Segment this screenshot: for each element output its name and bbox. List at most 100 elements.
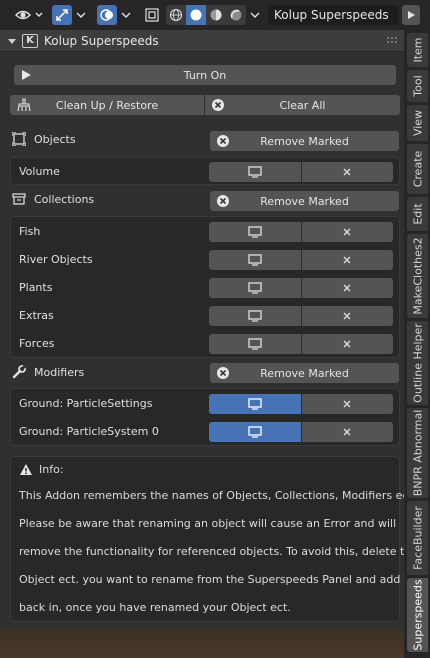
viewport-toggle-button[interactable]	[209, 250, 301, 270]
xray-icon	[145, 8, 159, 22]
material-sphere-icon	[210, 9, 222, 21]
info-text-line: back in, once you have renamed your Obje…	[19, 601, 291, 614]
cleanup-label: Clean Up / Restore	[55, 98, 159, 112]
remove-item-button[interactable]	[300, 278, 393, 298]
cleanup-restore-button[interactable]: Clean Up / Restore	[10, 95, 204, 115]
viewport-background	[0, 628, 404, 658]
info-text-line: This Addon remembers the names of Object…	[19, 489, 417, 502]
panel-header[interactable]: K Kolup Superspeeds	[0, 30, 404, 52]
monitor-icon	[248, 282, 262, 294]
remove-item-button[interactable]	[300, 250, 393, 270]
list-item-controls	[209, 422, 393, 442]
list-item-controls	[209, 250, 393, 270]
rendered-shading-button[interactable]	[226, 5, 246, 25]
info-title: Info:	[39, 463, 64, 476]
addon-k-icon: K	[22, 33, 38, 48]
sidebar-tabs: Item Tool View Create Edit MakeClothes2 …	[404, 30, 430, 658]
viewport-toggle-button[interactable]	[209, 278, 301, 298]
list-item-controls	[209, 222, 393, 242]
drag-grip-icon[interactable]	[386, 36, 398, 46]
info-text-line: Please be aware that renaming an object …	[19, 517, 397, 530]
objects-label: Objects	[34, 132, 76, 146]
objects-section-label: Objects	[12, 132, 76, 146]
overlay-toggle[interactable]	[97, 5, 117, 25]
monitor-icon	[248, 254, 262, 266]
objects-remove-label: Remove Marked	[260, 134, 349, 148]
tab-label: MakeClothes2	[411, 237, 424, 315]
scene-name-field[interactable]: Kolup Superspeeds	[268, 5, 398, 25]
collections-remove-marked-button[interactable]: Remove Marked	[210, 191, 399, 211]
tab-facebuilder[interactable]: FaceBuilder	[407, 501, 428, 575]
viewport-toggle-button[interactable]	[209, 394, 301, 414]
collections-list: Fish River Objects Plants Extras Forces	[10, 216, 400, 358]
collections-remove-label: Remove Marked	[260, 194, 349, 208]
close-icon	[343, 340, 351, 348]
info-text-line: remove the functionality for referenced …	[19, 545, 419, 558]
tab-superspeeds[interactable]: Superspeeds	[407, 578, 428, 652]
chevron-down-icon	[250, 12, 260, 18]
overlay-dropdown[interactable]	[119, 5, 133, 25]
material-shading-button[interactable]	[206, 5, 226, 25]
clear-all-button[interactable]: Clear All	[205, 95, 400, 115]
list-item-controls	[209, 162, 393, 182]
list-item-label: River Objects	[19, 253, 93, 266]
play-button[interactable]	[402, 5, 420, 25]
chevron-down-icon	[76, 12, 86, 18]
close-icon	[343, 284, 351, 292]
cancel-icon	[217, 135, 229, 147]
list-item-label: Extras	[19, 309, 54, 322]
objects-remove-marked-button[interactable]: Remove Marked	[210, 131, 399, 151]
modifiers-remove-label: Remove Marked	[260, 366, 349, 380]
remove-item-button[interactable]	[300, 306, 393, 326]
overlay-icon	[100, 9, 113, 21]
tab-view[interactable]: View	[407, 105, 428, 141]
monitor-icon	[248, 398, 262, 410]
remove-item-button[interactable]	[300, 334, 393, 354]
list-item-label: Volume	[19, 165, 60, 178]
list-item-controls	[209, 306, 393, 326]
tab-makeclothes2[interactable]: MakeClothes2	[407, 234, 428, 318]
remove-item-button[interactable]	[300, 422, 393, 442]
wireframe-shading-button[interactable]	[166, 5, 186, 25]
visibility-dropdown[interactable]	[12, 5, 46, 25]
tab-tool[interactable]: Tool	[407, 70, 428, 102]
modifiers-remove-marked-button[interactable]: Remove Marked	[210, 363, 399, 383]
gizmo-dropdown[interactable]	[74, 5, 88, 25]
tab-edit[interactable]: Edit	[407, 197, 428, 231]
viewport-toggle-button[interactable]	[209, 222, 301, 242]
brush-icon	[17, 98, 31, 112]
tab-bnpr-abnormal[interactable]: BNPR Abnormal	[407, 408, 428, 498]
collection-icon	[12, 193, 26, 205]
list-item-label: Plants	[19, 281, 53, 294]
viewport-toggle-button[interactable]	[209, 334, 301, 354]
tab-item[interactable]: Item	[407, 33, 428, 67]
shading-dropdown[interactable]	[248, 5, 262, 25]
viewport-toggle-button[interactable]	[209, 162, 301, 182]
list-item-label: Ground: ParticleSettings	[19, 397, 153, 410]
modifiers-label: Modifiers	[34, 365, 85, 379]
cancel-icon	[212, 99, 224, 111]
modifiers-list: Ground: ParticleSettings Ground: Particl…	[10, 388, 400, 446]
collections-section-label: Collections	[12, 192, 94, 206]
close-icon	[343, 168, 351, 176]
turn-on-label: Turn On	[183, 68, 227, 82]
close-icon	[343, 256, 351, 264]
gizmo-toggle[interactable]	[52, 5, 72, 25]
play-icon	[408, 11, 415, 19]
monitor-icon	[248, 310, 262, 322]
remove-item-button[interactable]	[300, 394, 393, 414]
remove-item-button[interactable]	[300, 162, 393, 182]
gizmo-icon	[56, 9, 68, 21]
viewport-toggle-button[interactable]	[209, 306, 301, 326]
tab-outline-helper[interactable]: Outline Helper	[407, 321, 428, 405]
solid-shading-button[interactable]	[186, 5, 206, 25]
remove-item-button[interactable]	[300, 222, 393, 242]
viewport-toggle-button[interactable]	[209, 422, 301, 442]
tab-label: Tool	[411, 75, 424, 97]
monitor-icon	[248, 166, 262, 178]
tab-create[interactable]: Create	[407, 144, 428, 194]
object-icon	[12, 132, 26, 146]
turn-on-button[interactable]: Turn On	[14, 65, 396, 85]
xray-toggle[interactable]	[142, 5, 162, 25]
cancel-icon	[217, 195, 229, 207]
